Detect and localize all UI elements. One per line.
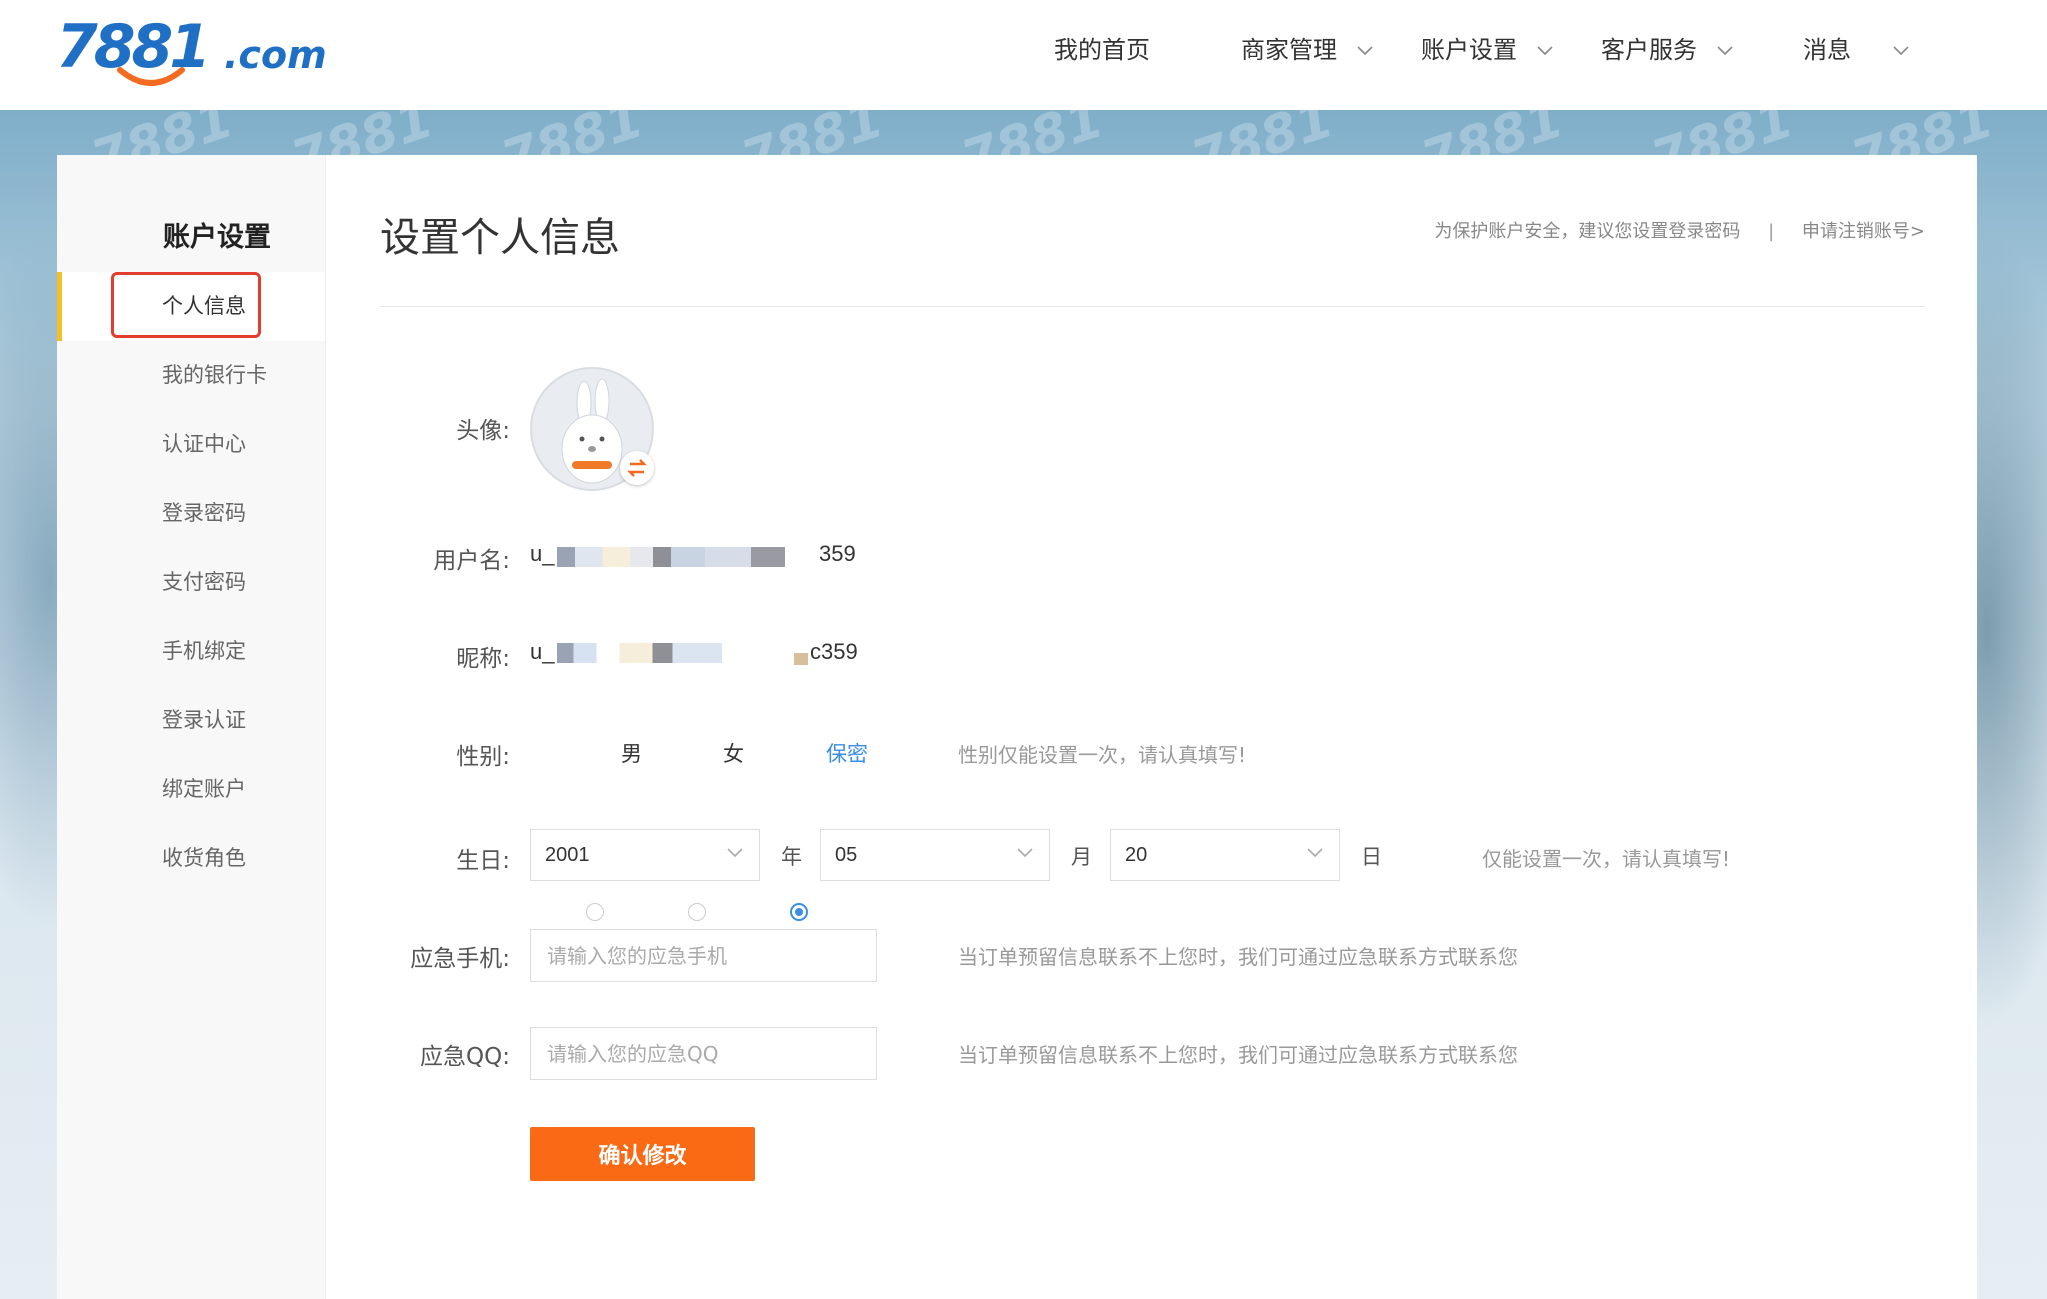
chevron-down-icon [1357,46,1373,56]
emergency-phone-input[interactable] [530,929,877,982]
birth-month-select[interactable]: 05 [820,829,1050,881]
cancel-account-link[interactable]: 申请注销账号> [1802,221,1925,242]
chevron-down-icon [1717,46,1733,56]
sidebar-item-phone-binding[interactable]: 手机绑定 [57,617,325,686]
birth-month-value: 05 [835,844,858,866]
username-prefix: u_ [530,541,555,566]
birth-day-select[interactable]: 20 [1110,829,1340,881]
nav-merchant[interactable]: 商家管理 [1241,30,1373,70]
nav-service-label: 客户服务 [1601,36,1697,64]
chevron-down-icon [1893,46,1909,56]
birth-year-unit: 年 [781,845,802,869]
nav-account[interactable]: 账户设置 [1421,30,1553,70]
birthday-hint: 仅能设置一次，请认真填写! [1482,847,1731,871]
nickname-prefix: u_ [530,639,555,664]
sidebar-item-label: 收货角色 [162,846,246,870]
sidebar-item-label: 支付密码 [162,570,246,594]
nav-merchant-label: 商家管理 [1241,36,1337,64]
gender-radio-male[interactable] [586,903,604,921]
content-card: 账户设置 个人信息 我的银行卡 认证中心 登录密码 支付密码 手机绑定 登录认证… [57,155,1977,1299]
gender-hint: 性别仅能设置一次，请认真填写! [958,743,1247,767]
nav-home[interactable]: 我的首页 [1054,30,1150,70]
birth-year-value: 2001 [545,844,590,866]
username-label: 用户名: [433,548,510,574]
sidebar-item-bank-card[interactable]: 我的银行卡 [57,341,325,410]
link-separator: | [1768,221,1775,242]
swap-avatar-icon[interactable] [620,451,654,485]
highlight-annotation-box [111,272,261,338]
divider [380,306,1925,307]
sidebar-item-label: 登录密码 [162,501,246,525]
logo-domain: .com [224,33,327,77]
qq-hint: 当订单预留信息联系不上您时，我们可通过应急联系方式联系您 [958,1043,1518,1067]
chevron-down-icon [727,848,743,858]
emergency-qq-input[interactable] [530,1027,877,1080]
sidebar-item-verification[interactable]: 认证中心 [57,410,325,479]
nickname-suffix: c359 [810,639,858,664]
sidebar-item-label: 手机绑定 [162,639,246,663]
sidebar-item-label: 绑定账户 [162,777,246,801]
sidebar-item-receiving-role[interactable]: 收货角色 [57,824,325,893]
page-title: 设置个人信息 [380,215,620,261]
gender-radio-female[interactable] [688,903,706,921]
gender-option-male[interactable]: 男 [621,738,642,768]
nav-messages-label: 消息 [1803,36,1851,64]
birth-day-value: 20 [1125,844,1148,866]
nickname-label: 昵称: [456,646,510,672]
chevron-down-icon [1307,848,1323,858]
gender-label: 性别: [456,744,510,770]
birth-month-unit: 月 [1071,845,1092,869]
phone-hint: 当订单预留信息联系不上您时，我们可通过应急联系方式联系您 [958,945,1518,969]
birth-day-unit: 日 [1361,845,1382,869]
username-suffix: 359 [819,541,856,566]
sidebar-item-login-auth[interactable]: 登录认证 [57,686,325,755]
sidebar-item-login-password[interactable]: 登录密码 [57,479,325,548]
nav-messages[interactable]: 消息 [1803,30,1909,70]
nav-service[interactable]: 客户服务 [1601,30,1733,70]
sidebar-item-bound-accounts[interactable]: 绑定账户 [57,755,325,824]
sidebar-item-label: 登录认证 [162,708,246,732]
confirm-modify-button[interactable]: 确认修改 [530,1127,755,1181]
redacted-nickname [557,643,722,663]
logo-smile-icon [117,67,185,86]
gender-option-secret[interactable]: 保密 [826,738,868,768]
chevron-down-icon [1017,848,1033,858]
birth-year-select[interactable]: 2001 [530,829,760,881]
sidebar: 账户设置 个人信息 我的银行卡 认证中心 登录密码 支付密码 手机绑定 登录认证… [57,155,326,1299]
gender-option-female[interactable]: 女 [723,738,744,768]
gender-radio-secret[interactable] [790,903,808,921]
top-header: 7881 .com 我的首页 商家管理 账户设置 客户服务 消息 [0,0,2047,110]
birthday-label: 生日: [456,848,510,874]
phone-label: 应急手机: [410,946,510,972]
sidebar-title: 账户设置 [163,222,271,253]
sidebar-item-pay-password[interactable]: 支付密码 [57,548,325,617]
avatar-label: 头像: [456,418,510,444]
qq-label: 应急QQ: [420,1044,510,1070]
redacted-nickname-fragment [794,653,808,665]
sidebar-item-label: 认证中心 [162,432,246,456]
chevron-down-icon [1537,46,1553,56]
site-logo[interactable]: 7881 .com [56,12,327,92]
redacted-username [557,547,785,567]
nav-account-label: 账户设置 [1421,36,1517,64]
sidebar-item-label: 我的银行卡 [162,363,267,387]
top-links: 为保护账户安全，建议您设置登录密码 | 申请注销账号> [1434,217,1925,243]
nav-home-label: 我的首页 [1054,36,1150,64]
security-tip-link[interactable]: 为保护账户安全，建议您设置登录密码 [1434,221,1740,242]
